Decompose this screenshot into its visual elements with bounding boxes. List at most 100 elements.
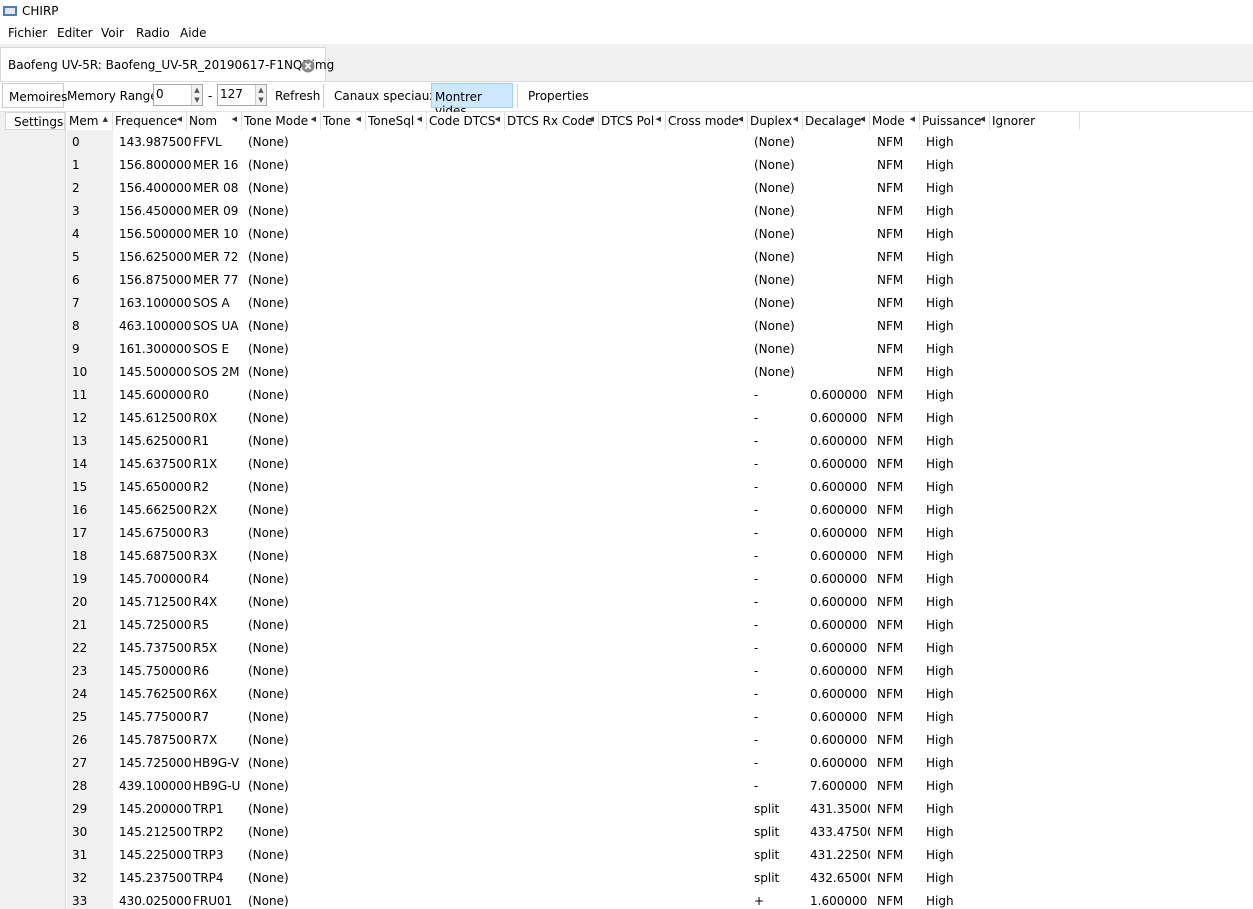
table-row[interactable]: 31 145.225000TRP3 (None) split 431.225000 NFM… — [67, 843, 1253, 866]
mode-cell[interactable]: NFM — [877, 733, 903, 747]
tone-mode-cell[interactable]: (None) — [248, 526, 289, 540]
mode-cell[interactable]: NFM — [877, 641, 903, 655]
frequence-cell[interactable]: 145.687500 — [119, 549, 192, 563]
mode-cell[interactable]: NFM — [877, 526, 903, 540]
nom-cell[interactable]: MER 72 — [193, 250, 238, 264]
decalage-cell[interactable]: 0.600000 — [810, 572, 870, 586]
frequence-cell[interactable]: 156.875000 — [119, 273, 192, 287]
puissance-cell[interactable]: High — [926, 756, 954, 770]
mode-cell[interactable]: NFM — [877, 618, 903, 632]
mode-cell[interactable]: NFM — [877, 825, 903, 839]
table-row[interactable]: 19 145.700000 R4 (None) - 0.600000 NFM High — [67, 567, 1253, 590]
decalage-cell[interactable]: 0.600000 — [810, 756, 870, 770]
puissance-cell[interactable]: High — [926, 779, 954, 793]
mode-cell[interactable]: NFM — [877, 687, 903, 701]
nom-cell[interactable]: MER 10 — [193, 227, 238, 241]
mode-cell[interactable]: NFM — [877, 664, 903, 678]
frequence-cell[interactable]: 145.700000 — [119, 572, 192, 586]
duplex-cell[interactable]: - — [754, 388, 758, 402]
range-end-input[interactable] — [220, 87, 254, 101]
table-row[interactable]: 30 145.212500TRP2 (None) split 433.475000 NFM… — [67, 820, 1253, 843]
decalage-cell[interactable]: 0.600000 — [810, 664, 870, 678]
tone-mode-cell[interactable]: (None) — [248, 411, 289, 425]
duplex-cell[interactable]: split — [754, 802, 779, 816]
mode-cell[interactable]: NFM — [877, 848, 903, 862]
range-end-up-icon[interactable]: ▲ — [255, 85, 266, 95]
frequence-cell[interactable]: 163.100000 — [119, 296, 192, 310]
nom-cell[interactable]: R0 — [193, 388, 209, 402]
mode-cell[interactable]: NFM — [877, 365, 903, 379]
tone-mode-cell[interactable]: (None) — [248, 664, 289, 678]
tone-mode-cell[interactable]: (None) — [248, 181, 289, 195]
column-header-puissance[interactable]: Puissance ◀ — [920, 112, 990, 130]
tone-mode-cell[interactable]: (None) — [248, 227, 289, 241]
duplex-cell[interactable]: - — [754, 434, 758, 448]
tone-mode-cell[interactable]: (None) — [248, 135, 289, 149]
puissance-cell[interactable]: High — [926, 296, 954, 310]
mode-cell[interactable]: NFM — [877, 503, 903, 517]
decalage-cell[interactable]: 0.600000 — [810, 503, 870, 517]
decalage-cell[interactable]: 431.350000 — [810, 802, 870, 816]
nom-cell[interactable]: R6 — [193, 664, 209, 678]
mode-cell[interactable]: NFM — [877, 434, 903, 448]
table-row[interactable]: 24 145.762500 R6X (None) - 0.600000 NFM High — [67, 682, 1253, 705]
table-row[interactable]: 7 163.100000 SOS A (None) (None) NFM High — [67, 291, 1253, 314]
mode-cell[interactable]: NFM — [877, 227, 903, 241]
tone-mode-cell[interactable]: (None) — [248, 894, 289, 908]
frequence-cell[interactable]: 430.025000 — [119, 894, 192, 908]
table-row[interactable]: 33 430.025000 FRU01 (None) +1.600000 NFM High — [67, 889, 1253, 909]
column-header-nom[interactable]: Nom ◀ — [187, 112, 242, 130]
table-row[interactable]: 2 156.400000 MER 08 (None) (None) NFM High — [67, 176, 1253, 199]
settings-tab[interactable]: Settings — [5, 112, 65, 130]
duplex-cell[interactable]: - — [754, 457, 758, 471]
frequence-cell[interactable]: 161.300000 — [119, 342, 192, 356]
duplex-cell[interactable]: - — [754, 618, 758, 632]
duplex-cell[interactable]: - — [754, 710, 758, 724]
table-row[interactable]: 22 145.737500 R5X (None) - 0.600000 NFM High — [67, 636, 1253, 659]
nom-cell[interactable]: FFVL — [193, 135, 222, 149]
duplex-cell[interactable]: - — [754, 641, 758, 655]
tone-mode-cell[interactable]: (None) — [248, 503, 289, 517]
tone-mode-cell[interactable]: (None) — [248, 756, 289, 770]
nom-cell[interactable]: SOS E — [193, 342, 229, 356]
frequence-cell[interactable]: 145.787500 — [119, 733, 192, 747]
puissance-cell[interactable]: High — [926, 273, 954, 287]
table-row[interactable]: 14 145.637500 R1X (None) - 0.600000 NFM High — [67, 452, 1253, 475]
puissance-cell[interactable]: High — [926, 641, 954, 655]
tone-mode-cell[interactable]: (None) — [248, 687, 289, 701]
puissance-cell[interactable]: High — [926, 618, 954, 632]
nom-cell[interactable]: R5X — [193, 641, 217, 655]
table-row[interactable]: 26 145.787500 R7X (None) - 0.600000 NFM High — [67, 728, 1253, 751]
tone-mode-cell[interactable]: (None) — [248, 549, 289, 563]
mode-cell[interactable]: NFM — [877, 319, 903, 333]
mode-cell[interactable]: NFM — [877, 135, 903, 149]
puissance-cell[interactable]: High — [926, 871, 954, 885]
table-row[interactable]: 15 145.650000 R2 (None) - 0.600000 NFM High — [67, 475, 1253, 498]
tone-mode-cell[interactable]: (None) — [248, 158, 289, 172]
nom-cell[interactable]: MER 77 — [193, 273, 238, 287]
nom-cell[interactable]: MER 08 — [193, 181, 238, 195]
tone-mode-cell[interactable]: (None) — [248, 342, 289, 356]
frequence-cell[interactable]: 145.662500 — [119, 503, 192, 517]
mode-cell[interactable]: NFM — [877, 296, 903, 310]
table-row[interactable]: 25 145.775000 R7 (None) - 0.600000 NFM High — [67, 705, 1253, 728]
nom-cell[interactable]: TRP4 — [193, 871, 224, 885]
duplex-cell[interactable]: (None) — [754, 365, 795, 379]
duplex-cell[interactable]: (None) — [754, 296, 795, 310]
column-header-dtcs-pol[interactable]: DTCS Pol ◀ — [599, 112, 666, 130]
table-row[interactable]: 28 439.100000 HB9G-U (None) - 7.600000 NFM High — [67, 774, 1253, 797]
duplex-cell[interactable]: - — [754, 480, 758, 494]
frequence-cell[interactable]: 145.675000 — [119, 526, 192, 540]
frequence-cell[interactable]: 439.100000 — [119, 779, 192, 793]
menu-voir[interactable]: Voir — [101, 26, 124, 40]
duplex-cell[interactable]: (None) — [754, 135, 795, 149]
mode-cell[interactable]: NFM — [877, 572, 903, 586]
duplex-cell[interactable]: - — [754, 411, 758, 425]
frequence-cell[interactable]: 145.750000 — [119, 664, 192, 678]
mode-cell[interactable]: NFM — [877, 250, 903, 264]
frequence-cell[interactable]: 145.650000 — [119, 480, 192, 494]
decalage-cell[interactable]: 0.600000 — [810, 618, 870, 632]
tone-mode-cell[interactable]: (None) — [248, 825, 289, 839]
range-end-down-icon[interactable]: ▼ — [255, 95, 266, 105]
menu-editer[interactable]: Editer — [57, 26, 93, 40]
